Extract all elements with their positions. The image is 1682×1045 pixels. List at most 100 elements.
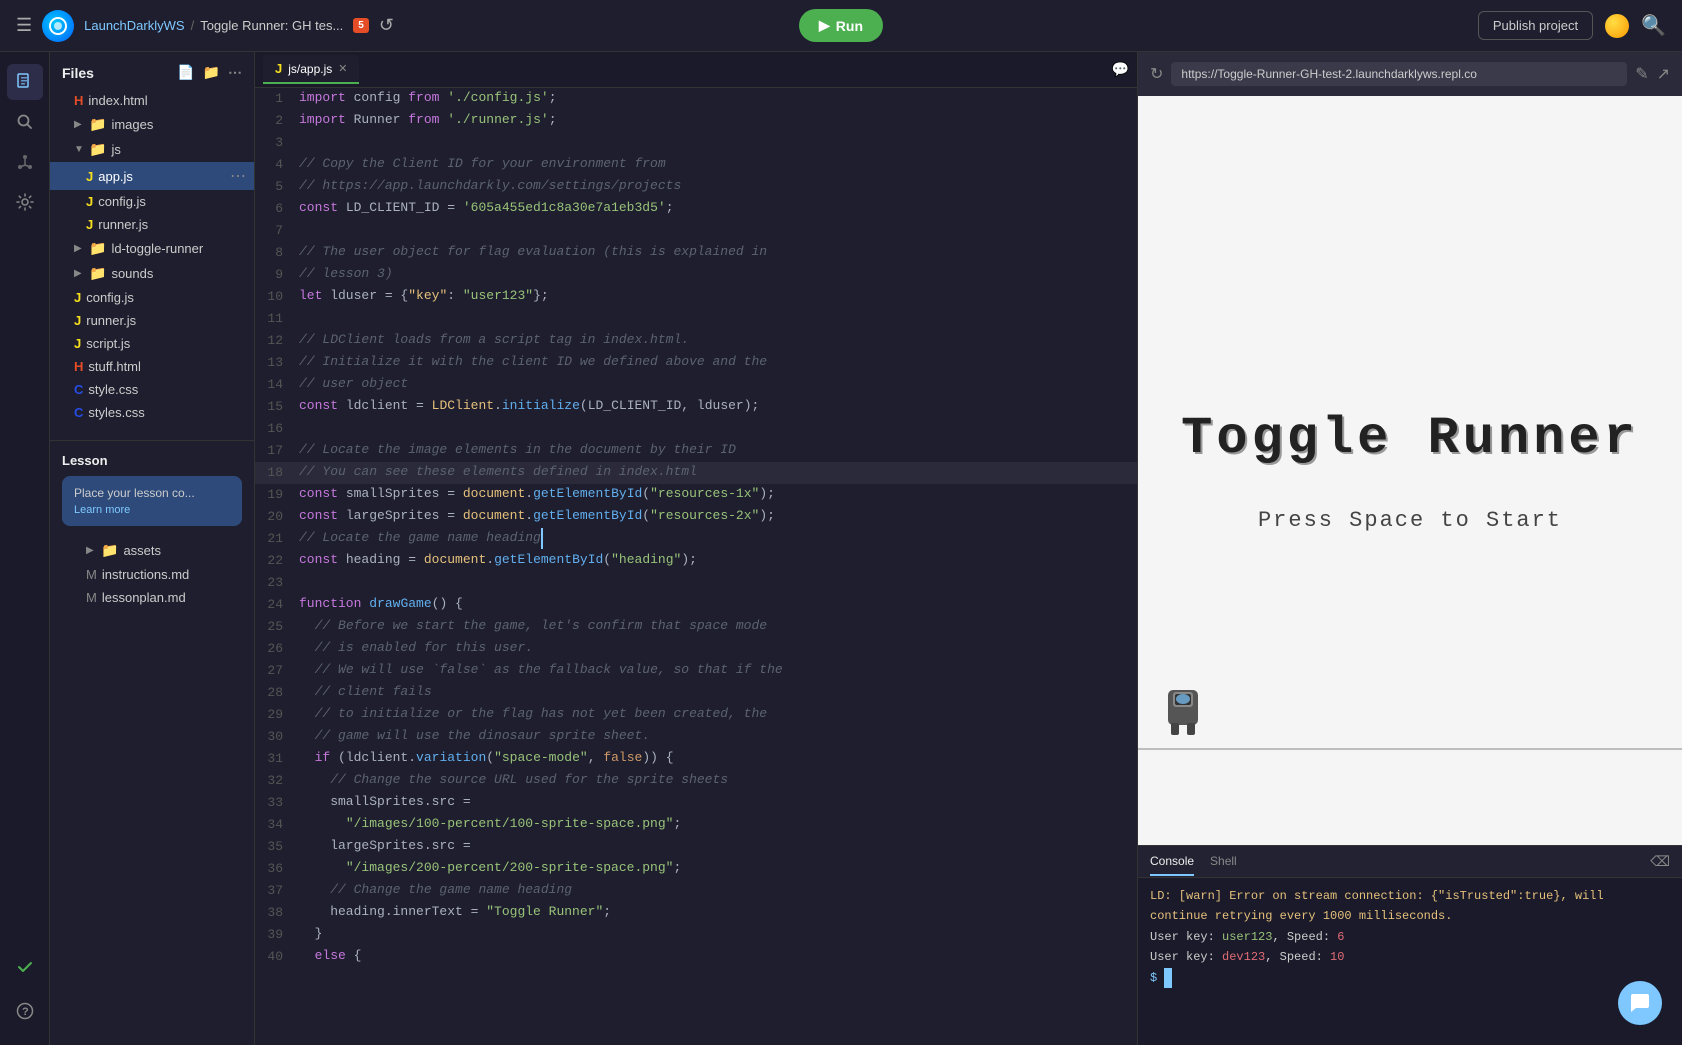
lesson-learn-more-link[interactable]: Learn more: [74, 504, 230, 516]
file-item-app-js[interactable]: J app.js ⋯: [50, 162, 254, 190]
folder-item-sounds[interactable]: ▶ 📁 sounds: [50, 261, 254, 286]
code-line-22: 22 const heading = document.getElementBy…: [255, 550, 1137, 572]
file-item-stuff-html[interactable]: H stuff.html: [50, 355, 254, 378]
file-item-script-js[interactable]: J script.js: [50, 332, 254, 355]
coin-icon[interactable]: [1605, 14, 1629, 38]
sidebar-icon-strip: ?: [0, 52, 50, 1045]
css-file-icon-style: C: [74, 382, 83, 397]
files-title: Files: [62, 65, 94, 81]
code-line-15: 15 const ldclient = LDClient.initialize(…: [255, 396, 1137, 418]
file-item-runner-js-js[interactable]: J runner.js: [50, 213, 254, 236]
history-icon[interactable]: ↺: [379, 15, 394, 36]
code-line-10: 10 let lduser = {"key": "user123"};: [255, 286, 1137, 308]
press-space-text: Press Space to Start: [1181, 508, 1639, 533]
file-name-runner-js-in-js: runner.js: [98, 217, 148, 232]
file-item-style-css[interactable]: C style.css: [50, 378, 254, 401]
code-line-14: 14 // user object: [255, 374, 1137, 396]
new-folder-icon[interactable]: 📁: [203, 64, 220, 81]
clear-console-icon[interactable]: ⌫: [1650, 853, 1670, 870]
folder-arrow-js: ▼: [74, 144, 84, 155]
tab-close-icon[interactable]: ✕: [338, 62, 347, 75]
search-sidebar-icon-btn[interactable]: [7, 104, 43, 140]
code-line-2: 2 import Runner from './runner.js';: [255, 110, 1137, 132]
code-line-21: 21 // Locate the game name heading: [255, 528, 1137, 550]
search-icon[interactable]: 🔍: [1641, 13, 1666, 38]
html-file-icon-stuff: H: [74, 359, 83, 374]
folder-item-images[interactable]: ▶ 📁 images: [50, 112, 254, 137]
file-item-instructions-md[interactable]: M instructions.md: [62, 563, 242, 586]
console-panel: Console Shell ⌫ LD: [warn] Error on stre…: [1138, 845, 1682, 1045]
files-header: Files 📄 📁 ⋯: [50, 52, 254, 89]
edit-url-icon[interactable]: ✎: [1635, 64, 1648, 84]
file-name-app-js: app.js: [98, 169, 133, 184]
breadcrumb-file[interactable]: Toggle Runner: GH tes...: [200, 18, 343, 33]
tab-actions: 💬: [1112, 61, 1129, 78]
folder-icon-images: 📁: [89, 116, 106, 133]
code-line-38: 38 heading.innerText = "Toggle Runner";: [255, 902, 1137, 924]
chat-tab-icon[interactable]: 💬: [1112, 61, 1129, 78]
new-file-icon[interactable]: 📄: [177, 64, 194, 81]
file-item-styles-css[interactable]: C styles.css: [50, 401, 254, 424]
console-line-3: User key: user123, Speed: 6: [1150, 927, 1670, 947]
open-external-icon[interactable]: ↗: [1657, 64, 1670, 84]
file-item-config-js-root[interactable]: J config.js: [50, 286, 254, 309]
tab-app-js[interactable]: J js/app.js ✕: [263, 55, 359, 84]
game-character: [1158, 680, 1208, 745]
file-name-runner-js-root: runner.js: [86, 313, 136, 328]
console-output: LD: [warn] Error on stream connection: {…: [1138, 878, 1682, 1045]
js-file-icon-config: J: [86, 194, 93, 209]
folder-arrow-ld: ▶: [74, 243, 84, 254]
tab-shell[interactable]: Shell: [1210, 848, 1237, 876]
files-icon-btn[interactable]: [7, 64, 43, 100]
lesson-banner[interactable]: Place your lesson co... Learn more: [62, 476, 242, 526]
preview-actions: ✎ ↗: [1635, 64, 1670, 84]
folder-item-ld-toggle-runner[interactable]: ▶ 📁 ld-toggle-runner: [50, 236, 254, 261]
project-name[interactable]: LaunchDarklyWS: [84, 18, 184, 33]
tab-console[interactable]: Console: [1150, 848, 1194, 876]
console-line-2: continue retrying every 1000 millisecond…: [1150, 906, 1670, 926]
code-line-1: 1 import config from './config.js';: [255, 88, 1137, 110]
app-logo[interactable]: [42, 10, 74, 42]
url-input[interactable]: [1171, 62, 1627, 86]
topbar-left: ☰ LaunchDarklyWS / Toggle Runner: GH tes…: [16, 10, 787, 42]
help-icon-btn[interactable]: ?: [7, 993, 43, 1029]
game-content: Toggle Runner Press Space to Start: [1181, 409, 1639, 533]
file-item-runner-js-root[interactable]: J runner.js: [50, 309, 254, 332]
more-options-icon[interactable]: ⋯: [228, 64, 242, 81]
file-options-icon[interactable]: ⋯: [230, 166, 246, 186]
file-item-index-html[interactable]: H index.html: [50, 89, 254, 112]
file-name-styles-css: styles.css: [88, 405, 144, 420]
file-item-config-js-js[interactable]: J config.js: [50, 190, 254, 213]
editor-tabs: J js/app.js ✕ 💬: [255, 52, 1137, 88]
refresh-icon[interactable]: ↻: [1150, 64, 1163, 84]
code-line-16: 16: [255, 418, 1137, 440]
run-button[interactable]: ▶ Run: [799, 9, 883, 42]
file-name-stuff-html: stuff.html: [88, 359, 141, 374]
js-file-icon-config-root: J: [74, 290, 81, 305]
code-editor[interactable]: 1 import config from './config.js'; 2 im…: [255, 88, 1137, 1045]
publish-button[interactable]: Publish project: [1478, 11, 1593, 40]
css-file-icon-styles: C: [74, 405, 83, 420]
js-file-icon-app: J: [86, 169, 93, 184]
console-line-4: User key: dev123, Speed: 10: [1150, 947, 1670, 967]
git-icon-btn[interactable]: [7, 144, 43, 180]
hamburger-icon[interactable]: ☰: [16, 15, 32, 36]
run-label: Run: [836, 18, 863, 34]
file-item-lessonplan-md[interactable]: M lessonplan.md: [62, 586, 242, 609]
right-panel: ↻ ✎ ↗ Toggle Runner Press Space to Start: [1137, 52, 1682, 1045]
code-line-25: 25 // Before we start the game, let's co…: [255, 616, 1137, 638]
html5-badge: 5: [353, 18, 369, 33]
code-line-17: 17 // Locate the image elements in the d…: [255, 440, 1137, 462]
folder-icon-js: 📁: [89, 141, 106, 158]
code-line-19: 19 const smallSprites = document.getElem…: [255, 484, 1137, 506]
file-name-instructions-md: instructions.md: [102, 567, 189, 582]
settings-icon-btn[interactable]: [7, 184, 43, 220]
chat-bubble[interactable]: [1618, 981, 1662, 1025]
file-name-config-js-in-js: config.js: [98, 194, 146, 209]
topbar-center: ▶ Run: [799, 9, 883, 42]
folder-item-js[interactable]: ▼ 📁 js: [50, 137, 254, 162]
md-file-icon-lessonplan: M: [86, 590, 97, 605]
html-file-icon: H: [74, 93, 83, 108]
check-icon-btn[interactable]: [7, 949, 43, 985]
folder-item-assets[interactable]: ▶ 📁 assets: [62, 538, 242, 563]
